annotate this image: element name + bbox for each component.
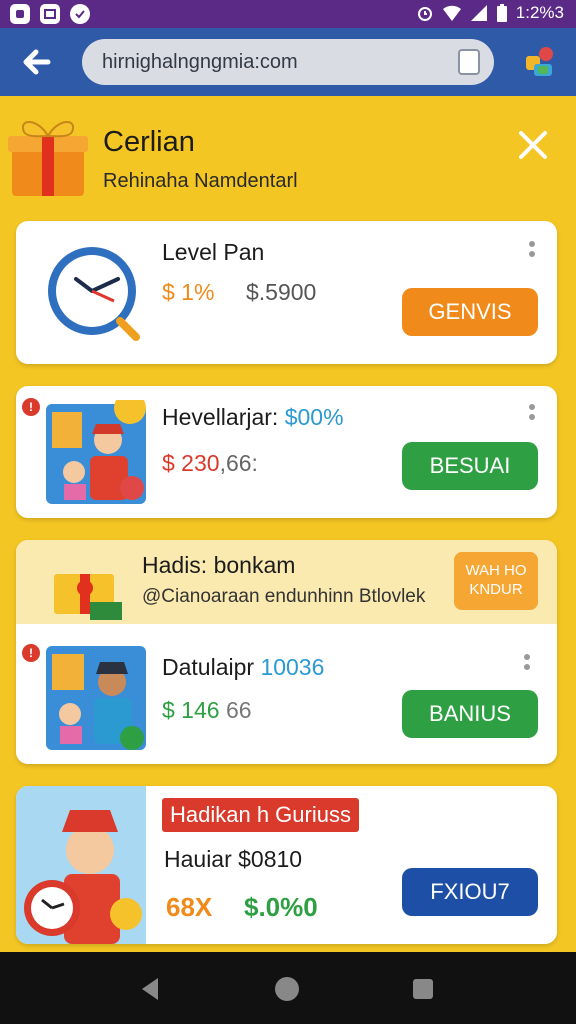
back-triangle-icon[interactable] bbox=[138, 976, 162, 1002]
card-action-button[interactable]: FXIOU7 bbox=[402, 868, 538, 916]
promo-offer-card[interactable]: Hadis: bonkam @Cianoaraan endunhinn Btlo… bbox=[16, 540, 557, 764]
card-title: Datulaipr 10036 bbox=[162, 654, 325, 680]
offer-header: Cerlian Rehinaha Namdentarl bbox=[0, 96, 576, 216]
card-percentage: $ 1% bbox=[162, 279, 215, 305]
clock-icon bbox=[48, 247, 140, 341]
card-action-button[interactable]: BESUAI bbox=[402, 442, 538, 490]
url-bar[interactable]: hirnighalngngmia:com bbox=[82, 39, 494, 85]
extension-icon[interactable] bbox=[520, 42, 560, 82]
gift-box-icon bbox=[8, 121, 88, 196]
card-title: Hevellarjar: $00% bbox=[162, 404, 344, 430]
back-arrow-icon[interactable] bbox=[18, 44, 54, 80]
header-title: Cerlian bbox=[103, 126, 195, 158]
alarm-icon bbox=[417, 7, 432, 21]
browser-toolbar: hirnighalngngmia:com bbox=[0, 28, 576, 96]
square-icon bbox=[10, 4, 30, 24]
family-illustration bbox=[46, 646, 146, 750]
url-text: hirnighalngngmia:com bbox=[102, 51, 298, 73]
woman-illustration bbox=[16, 786, 146, 944]
status-bar: 1:2%3 bbox=[0, 0, 576, 28]
promo-banner: Hadis: bonkam @Cianoaraan endunhinn Btlo… bbox=[16, 540, 557, 624]
check-icon bbox=[70, 4, 90, 24]
battery-icon bbox=[496, 4, 507, 22]
wifi-icon bbox=[442, 5, 461, 21]
header-subtitle: Rehinaha Namdentarl bbox=[103, 170, 298, 192]
status-time: 1:2%3 bbox=[515, 3, 564, 22]
offer-card[interactable]: ! Hevellarjar: $00% $ 230,66: BESUAI bbox=[16, 386, 557, 518]
more-options-icon[interactable] bbox=[522, 652, 532, 674]
family-illustration bbox=[46, 400, 146, 504]
promo-button[interactable]: WAH HO KNDUR bbox=[454, 552, 538, 610]
card-action-button[interactable]: GENVIS bbox=[402, 288, 538, 336]
document-icon[interactable] bbox=[458, 49, 480, 75]
card-title: Level Pan bbox=[162, 239, 265, 265]
more-options-icon[interactable] bbox=[527, 402, 537, 424]
card-action-button[interactable]: BANIUS bbox=[402, 690, 538, 738]
card-title: Hauiar $0810 bbox=[164, 846, 303, 872]
card-price: $ 146 66 bbox=[162, 697, 252, 723]
recents-square-icon[interactable] bbox=[412, 978, 434, 1000]
offer-card[interactable]: Level Pan $ 1% $.5900 GENVIS bbox=[16, 221, 557, 364]
gift-box-icon bbox=[54, 574, 122, 620]
notification-badge: ! bbox=[22, 644, 40, 662]
mail-icon bbox=[40, 4, 60, 24]
home-circle-icon[interactable] bbox=[274, 976, 300, 1002]
more-options-icon[interactable] bbox=[527, 239, 537, 261]
card-tag: Hadikan h Guriuss bbox=[162, 798, 359, 832]
card-percentage: 68X bbox=[166, 892, 213, 922]
card-price: $.5900 bbox=[246, 279, 317, 305]
notification-badge: ! bbox=[22, 398, 40, 416]
promo-title: Hadis: bonkam bbox=[142, 552, 296, 578]
signal-icon bbox=[470, 5, 487, 21]
close-icon[interactable] bbox=[514, 126, 552, 164]
system-nav-bar bbox=[0, 952, 576, 1024]
offer-card[interactable]: Hadikan h Guriuss Hauiar $0810 68X $.0%0… bbox=[16, 786, 557, 944]
card-price: $.0%0 bbox=[244, 892, 318, 922]
card-price: $ 230,66: bbox=[162, 450, 258, 476]
promo-subtitle: @Cianoaraan endunhinn Btlovlek bbox=[142, 586, 426, 607]
